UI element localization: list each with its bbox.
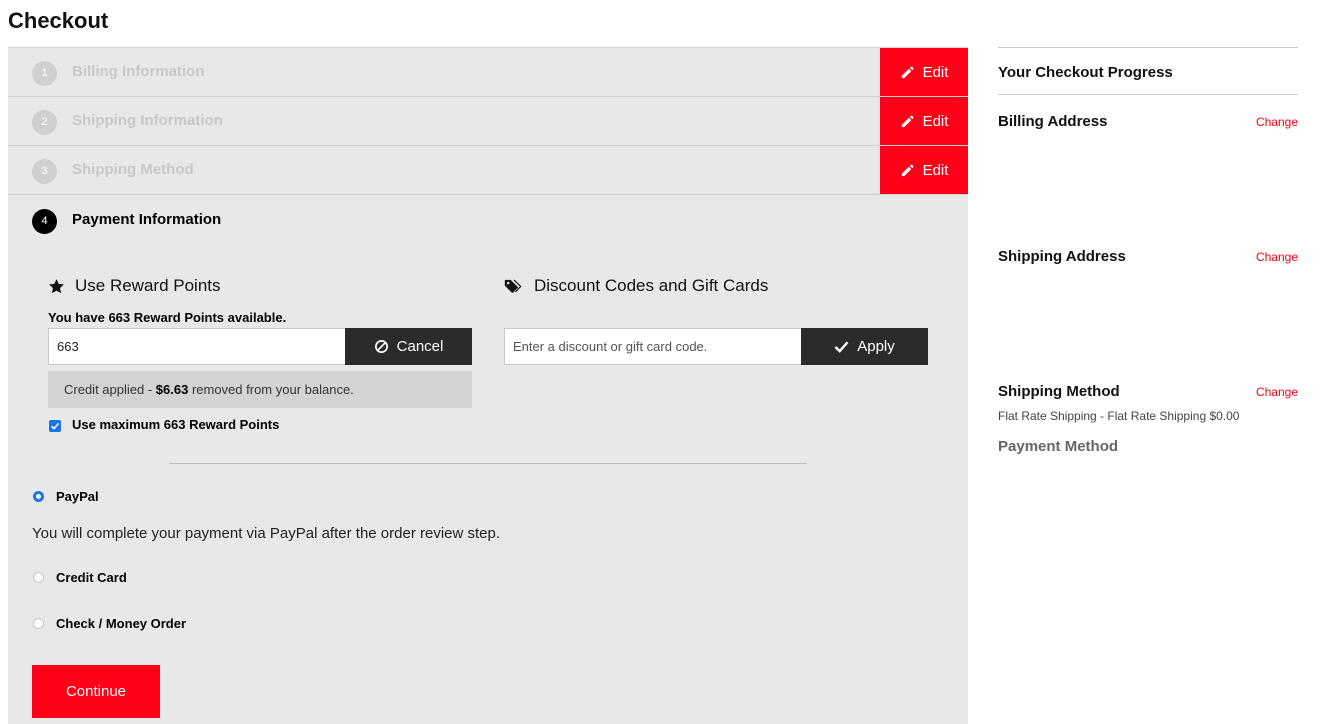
- pencil-icon: [901, 66, 913, 78]
- ban-icon: [374, 340, 388, 353]
- step-shipping-information[interactable]: 2 Shipping Information Edit: [8, 97, 968, 146]
- shipping-address-label: Shipping Address: [998, 248, 1126, 265]
- apply-label: Apply: [857, 338, 895, 355]
- reward-heading-text: Use Reward Points: [75, 276, 221, 295]
- step-title: Billing Information: [72, 63, 205, 80]
- active-step-number: 4: [32, 209, 57, 234]
- check-money-order-radio[interactable]: [33, 618, 44, 629]
- edit-label: Edit: [922, 161, 949, 179]
- use-max-points-label[interactable]: Use maximum 663 Reward Points: [72, 417, 279, 432]
- billing-address-label: Billing Address: [998, 113, 1108, 130]
- shipping-method-label: Shipping Method: [998, 383, 1120, 400]
- reward-available-text: You have 663 Reward Points available.: [48, 310, 287, 325]
- reward-points-input[interactable]: [48, 328, 346, 365]
- continue-button[interactable]: Continue: [32, 665, 160, 718]
- apply-discount-button[interactable]: Apply: [801, 328, 928, 365]
- paypal-note: You will complete your payment via PayPa…: [32, 525, 501, 542]
- check-money-order-label[interactable]: Check / Money Order: [56, 616, 186, 631]
- active-step-title: Payment Information: [72, 211, 222, 228]
- checkout-progress-title: Your Checkout Progress: [998, 64, 1173, 81]
- edit-label: Edit: [922, 63, 949, 81]
- step-number: 3: [32, 159, 57, 184]
- edit-shipping-method-button[interactable]: Edit: [880, 146, 968, 194]
- credit-applied-note: Credit applied - $6.63 removed from your…: [48, 371, 472, 408]
- step-shipping-method[interactable]: 3 Shipping Method Edit: [8, 146, 968, 195]
- credit-card-label[interactable]: Credit Card: [56, 570, 127, 585]
- edit-billing-button[interactable]: Edit: [880, 48, 968, 96]
- step-billing-information[interactable]: 1 Billing Information Edit: [8, 48, 968, 97]
- change-shipping-method-link[interactable]: Change: [1256, 385, 1298, 399]
- edit-shipping-button[interactable]: Edit: [880, 97, 968, 145]
- sidebar-divider: [998, 47, 1298, 48]
- discount-code-input[interactable]: [504, 328, 802, 365]
- step-number: 1: [32, 61, 57, 86]
- step-title: Shipping Method: [72, 161, 194, 178]
- step-title: Shipping Information: [72, 112, 223, 129]
- sidebar-divider: [998, 94, 1298, 95]
- shipping-method-detail: Flat Rate Shipping - Flat Rate Shipping …: [998, 409, 1240, 423]
- pencil-icon: [901, 164, 913, 176]
- tags-icon: [504, 279, 522, 293]
- change-billing-address-link[interactable]: Change: [1256, 115, 1298, 129]
- paypal-radio[interactable]: [33, 491, 44, 502]
- pencil-icon: [901, 115, 913, 127]
- reward-points-heading: Use Reward Points: [48, 276, 221, 296]
- discount-heading: Discount Codes and Gift Cards: [504, 276, 768, 296]
- credit-prefix: Credit applied -: [64, 382, 156, 397]
- discount-heading-text: Discount Codes and Gift Cards: [534, 276, 769, 295]
- check-icon: [834, 341, 849, 353]
- change-shipping-address-link[interactable]: Change: [1256, 250, 1298, 264]
- section-divider: [169, 463, 807, 464]
- page-title: Checkout: [8, 8, 109, 33]
- check-icon: [50, 422, 60, 430]
- credit-suffix: removed from your balance.: [188, 382, 354, 397]
- credit-amount: $6.63: [155, 382, 189, 397]
- edit-label: Edit: [922, 112, 949, 130]
- payment-method-label: Payment Method: [998, 438, 1119, 455]
- paypal-label[interactable]: PayPal: [56, 489, 99, 504]
- cancel-label: Cancel: [396, 338, 444, 355]
- star-icon: [49, 278, 64, 293]
- use-max-points-checkbox[interactable]: [49, 420, 61, 432]
- cancel-reward-button[interactable]: Cancel: [345, 328, 472, 365]
- step-number: 2: [32, 110, 57, 135]
- credit-card-radio[interactable]: [33, 572, 44, 583]
- checkout-steps: 1 Billing Information Edit 2 Shipping In…: [8, 47, 968, 724]
